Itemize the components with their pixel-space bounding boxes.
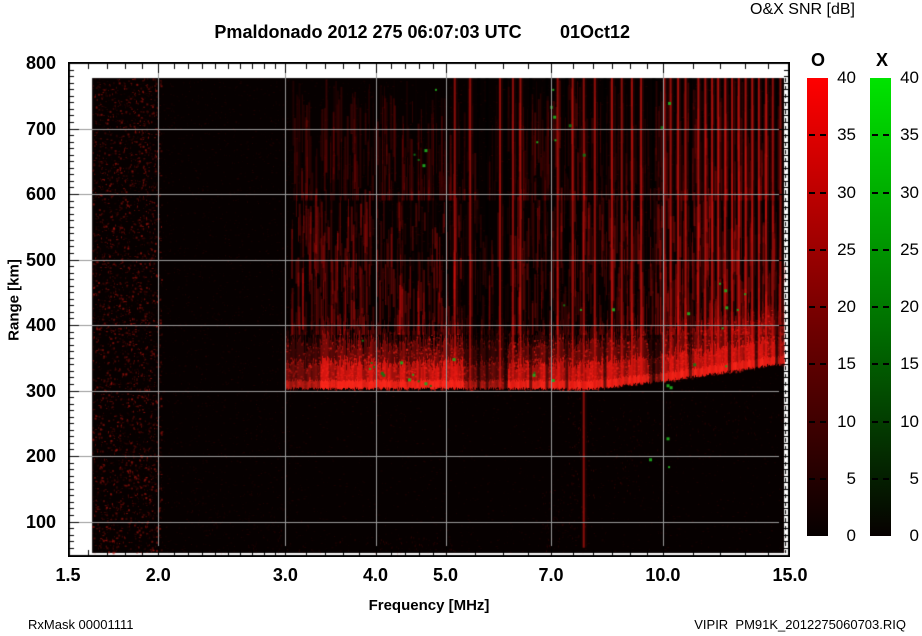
page-title-date: 01Oct12 (560, 22, 631, 42)
y-tick-label: 300 (25, 380, 56, 401)
colorbar-tick (809, 420, 815, 423)
x-tick-label: 2.0 (145, 565, 171, 585)
colorbar-tick-label: 15 (900, 354, 919, 374)
colorbar-tick (883, 420, 889, 423)
colorbar-tick-label: 20 (900, 297, 919, 316)
colorbar-tick-label: 25 (837, 239, 856, 259)
colorbar-tick-label: 35 (900, 125, 919, 145)
colorbar-tick (809, 306, 815, 308)
colorbar-tick (872, 134, 878, 137)
y-tick-label: 700 (25, 118, 56, 139)
colorbar-tick (883, 477, 889, 480)
colorbar-tick (820, 363, 826, 366)
ionogram-canvas (68, 62, 790, 557)
colorbar-tick (820, 420, 826, 423)
x-tick-label: 1.5 (55, 565, 81, 585)
colorbar-tick-label: 10 (837, 411, 856, 431)
colorbar-tick (809, 191, 815, 194)
colorbar-tick-label: 25 (900, 239, 919, 259)
colorbar-tick (872, 191, 878, 194)
colorbar-title: O&X SNR [dB] (750, 1, 855, 18)
colorbar-tick (820, 248, 826, 251)
colorbar-tick-label: 20 (837, 297, 856, 316)
colorbar-tick-label: 35 (837, 125, 856, 145)
colorbar-tick (883, 191, 889, 194)
colorbar-tick (809, 248, 815, 251)
colorbar-tick (820, 477, 826, 480)
colorbar-tick (872, 248, 878, 251)
y-tick-label: 200 (25, 446, 56, 466)
colorbar-tick (809, 363, 815, 366)
x-colorbar-header: X (875, 50, 889, 70)
colorbar-tick (883, 363, 889, 366)
colorbar-tick (820, 306, 826, 308)
colorbar-tick-label: 15 (837, 354, 856, 374)
colorbar-tick (883, 248, 889, 251)
y-tick-label: 100 (25, 511, 56, 532)
x-tick-label: 10.0 (645, 565, 681, 585)
colorbar-tick-label: 5 (909, 468, 919, 488)
colorbar-tick-label: 10 (900, 411, 919, 431)
y-tick-label: 600 (25, 184, 56, 204)
page-title: Pmaldonado 2012 275 06:07:03 UTC 01Oct12 (0, 22, 922, 46)
colorbar-tick-label: 40 (900, 68, 919, 87)
colorbar-tick (872, 477, 878, 480)
colorbar-tick-label: 0 (846, 526, 856, 545)
y-tick-label: 800 (25, 53, 56, 73)
colorbar-tick-label: 5 (846, 468, 856, 488)
y-axis-title: Range [km] (5, 259, 23, 341)
x-tick-label: 3.0 (272, 565, 298, 585)
page-title-text: Pmaldonado 2012 275 06:07:03 UTC (214, 22, 522, 42)
colorbar-tick (883, 306, 889, 308)
o-colorbar-header: O (810, 50, 826, 70)
colorbar-tick (872, 420, 878, 423)
colorbar-tick-label: 30 (837, 182, 856, 202)
colorbar-tick-label: 40 (837, 68, 856, 87)
colorbar-tick (809, 477, 815, 480)
colorbar-tick (809, 134, 815, 137)
colorbar-tick-label: 0 (909, 526, 919, 545)
x-tick-label: 4.0 (363, 565, 389, 585)
x-tick-label: 5.0 (433, 565, 459, 585)
x-axis-title: Frequency [MHz] (368, 597, 490, 614)
colorbar-tick (872, 363, 878, 366)
x-tick-label: 7.0 (538, 565, 564, 585)
file-footer: VIPIR PM91K_2012275060703.RIQ (694, 617, 906, 632)
colorbar-tick (820, 191, 826, 194)
colorbar-tick-label: 30 (900, 182, 919, 202)
rxmask-footer: RxMask 00001111 (28, 617, 134, 632)
colorbar-tick (883, 134, 889, 137)
colorbar-tick (820, 134, 826, 137)
colorbar-tick (872, 306, 878, 308)
x-tick-label: 15.0 (772, 565, 808, 585)
